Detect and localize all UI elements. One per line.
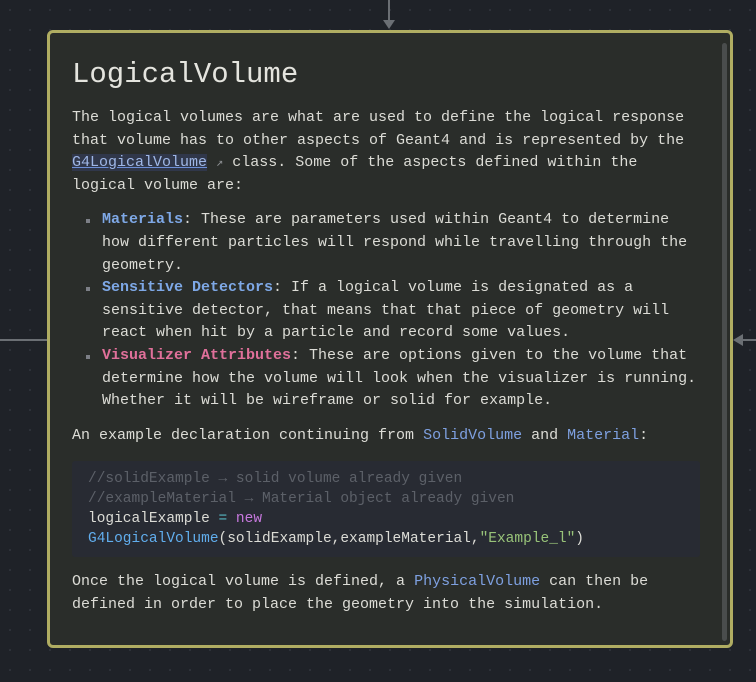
example-paragraph: An example declaration continuing from S… — [72, 425, 700, 448]
code-line: G4LogicalVolume(solidExample,exampleMate… — [88, 529, 684, 549]
aspects-list: Materials: These are parameters used wit… — [72, 209, 700, 412]
item-text: : These are parameters used within Geant… — [102, 211, 688, 274]
intro-text: The logical volumes are what are used to… — [72, 109, 685, 149]
code-args: (solidExample,exampleMaterial, — [218, 531, 480, 548]
link-label: G4LogicalVolume — [72, 154, 208, 172]
right-edge — [742, 339, 756, 341]
list-item: Materials: These are parameters used wit… — [86, 209, 700, 277]
code-string: "Example_l" — [479, 531, 576, 548]
term-sensitive-detectors: Sensitive Detectors — [102, 279, 274, 297]
outro-paragraph: Once the logical volume is defined, a Ph… — [72, 571, 700, 616]
g4logicalvolume-link[interactable]: G4LogicalVolume — [72, 154, 208, 172]
intro-paragraph: The logical volumes are what are used to… — [72, 107, 700, 197]
solidvolume-link[interactable]: SolidVolume — [423, 427, 522, 444]
material-link[interactable]: Material — [567, 427, 639, 444]
code-comment: //solidExample → solid volume already gi… — [88, 471, 463, 488]
text: and — [522, 426, 568, 444]
logical-volume-node[interactable]: LogicalVolume The logical volumes are wh… — [47, 30, 733, 648]
code-comment: //exampleMaterial → Material object alre… — [88, 491, 515, 508]
text: An example declaration continuing from — [72, 426, 424, 444]
term-materials: Materials — [102, 211, 184, 229]
code-operator: = — [218, 511, 228, 528]
code-ident: logicalExample — [88, 511, 219, 528]
node-title: LogicalVolume — [72, 58, 299, 91]
code-function: G4LogicalVolume — [88, 531, 219, 548]
left-edge — [0, 339, 47, 341]
scrollbar[interactable] — [722, 43, 727, 641]
term-visualizer-attributes: Visualizer Attributes — [102, 346, 292, 364]
code-keyword: new — [227, 511, 263, 528]
arrow-down-icon — [383, 20, 395, 29]
physicalvolume-link[interactable]: PhysicalVolume — [414, 573, 540, 590]
text: Once the logical volume is defined, a — [72, 573, 415, 591]
incoming-edge — [388, 0, 390, 22]
code-line: logicalExample = new — [88, 509, 684, 529]
list-item: Sensitive Detectors: If a logical volume… — [86, 277, 700, 345]
list-item: Visualizer Attributes: These are options… — [86, 345, 700, 413]
code-block: //solidExample → solid volume already gi… — [72, 461, 700, 558]
text: : — [639, 426, 649, 444]
arrow-left-icon — [733, 334, 743, 346]
code-paren: ) — [575, 531, 584, 548]
